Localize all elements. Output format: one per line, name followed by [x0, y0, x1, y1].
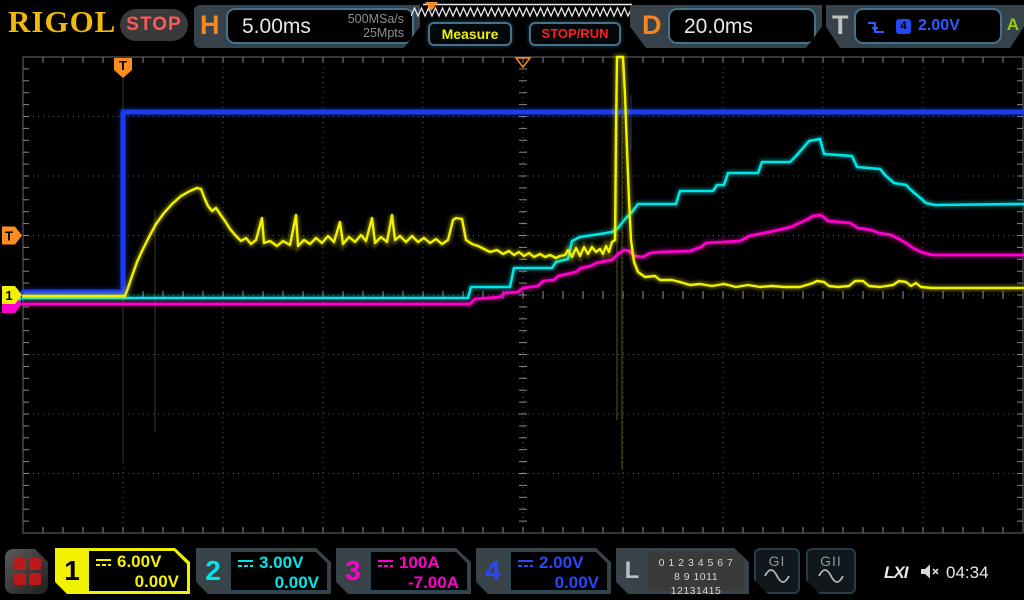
sine-wave-icon: [764, 569, 790, 583]
trigger-level-label: T: [5, 229, 13, 244]
trigger-source-badge: 4: [896, 19, 911, 34]
timebase-value: 5.00ms: [242, 15, 311, 39]
run-state-indicator: STOP: [120, 9, 188, 41]
channel-marker-label: 1: [5, 288, 12, 303]
channel-1-offset: 0.00V: [95, 572, 179, 592]
channel-3-offset: -7.00A: [377, 573, 459, 593]
channel-1-scale: 6.00V: [117, 552, 161, 572]
trigger-position-marker[interactable]: T: [114, 58, 132, 78]
trigger-box[interactable]: 4 2.00V: [854, 8, 1002, 44]
menu-grid-icon: [14, 558, 40, 584]
timebase-box[interactable]: 5.00ms 500MSa/s 25Mpts: [226, 8, 414, 44]
trigger-mode-indicator: A: [1007, 15, 1019, 35]
menu-button[interactable]: [5, 549, 48, 594]
delay-label: D: [642, 10, 662, 41]
measure-button[interactable]: Measure: [428, 22, 512, 46]
channel-4-number: 4: [476, 548, 510, 594]
trigger-label: T: [832, 10, 849, 41]
clock: 04:34: [946, 563, 989, 583]
channel-3-scale: 100A: [399, 553, 440, 573]
channel-box-3[interactable]: 3 100A -7.00A: [336, 548, 471, 594]
dc-coupling-icon: [377, 558, 394, 569]
horizontal-menu-button[interactable]: H 5.00ms 500MSa/s 25Mpts: [194, 5, 420, 48]
sine-wave-icon: [818, 569, 844, 583]
rigol-logo: RIGOL: [8, 4, 116, 40]
dc-coupling-icon: [517, 558, 534, 569]
logic-analyzer-box[interactable]: L 0 1 2 3 4 5 6 7 8 9 1011 12131415: [616, 548, 749, 594]
memory-depth: 25Mpts: [348, 26, 404, 40]
source2-button[interactable]: GII: [806, 548, 856, 594]
channel-4-scale: 2.00V: [539, 553, 583, 573]
channel-1-number: 1: [55, 548, 89, 594]
waveform-display: 1TT: [0, 0, 1024, 600]
trigger-position-label: T: [119, 58, 127, 73]
channel-3-number: 3: [336, 548, 370, 594]
digital-channel-list: 0 1 2 3 4 5 6 7 8 9 1011 12131415: [648, 551, 744, 591]
delay-box[interactable]: 20.0ms: [668, 8, 816, 44]
sound-muted-icon: [920, 563, 942, 580]
oscilloscope-screen: 1TT RIGOL STOP H 5.00ms 500MSa/s 25Mpts …: [0, 0, 1024, 600]
dc-coupling-icon: [95, 557, 112, 568]
trigger-level-value: 2.00V: [918, 17, 960, 35]
dc-coupling-icon: [237, 558, 254, 569]
source1-label: GI: [756, 553, 798, 569]
trigger-menu-button[interactable]: T 4 2.00V A: [826, 5, 1024, 48]
trigger-slope-icon: [866, 20, 886, 36]
channel-box-2[interactable]: 2 3.00V 0.00V: [196, 548, 331, 594]
memory-waveform-icon: [411, 8, 632, 16]
stop-run-button[interactable]: STOP/RUN: [529, 22, 621, 46]
acquisition-info: 500MSa/s 25Mpts: [348, 12, 404, 40]
channel-box-4[interactable]: 4 2.00V 0.00V: [476, 548, 611, 594]
channel-4-offset: 0.00V: [517, 573, 599, 593]
channel-box-1[interactable]: 1 6.00V 0.00V: [55, 548, 190, 594]
digital-channels-row2: 8 9 1011 12131415: [648, 570, 744, 598]
left-markers: 1T: [2, 227, 22, 314]
horizontal-label: H: [200, 10, 220, 41]
channel-2-scale: 3.00V: [259, 553, 303, 573]
channel-2-number: 2: [196, 548, 230, 594]
source2-label: GII: [808, 553, 854, 569]
delay-value: 20.0ms: [684, 15, 753, 39]
digital-channels-row1: 0 1 2 3 4 5 6 7: [648, 556, 744, 570]
sample-rate: 500MSa/s: [348, 12, 404, 26]
memory-position-bar: [411, 2, 633, 20]
channel-2-offset: 0.00V: [237, 573, 319, 593]
lxi-indicator: LXI: [884, 563, 907, 583]
delay-menu-button[interactable]: D 20.0ms: [630, 5, 822, 48]
